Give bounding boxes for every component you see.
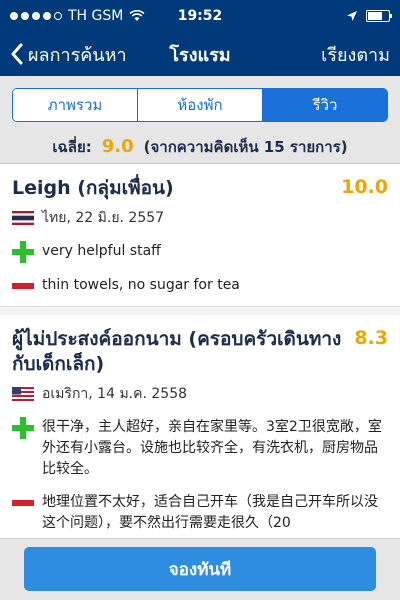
back-button[interactable]: ผลการค้นหา [10,40,127,69]
thailand-flag-icon [12,211,34,225]
review-card: ผู้ไม่ประสงค์ออกนาม (ครอบครัวเดินทางกับเ… [0,315,400,545]
sort-button[interactable]: เรียงตาม [321,40,390,69]
positive-comment: 很干净，主人超好，亲自在家里等。3室2卫很宽敞，室外还有小露台。设施也比较齐全，… [42,419,382,477]
average-label: เฉลี่ย: [52,137,92,156]
bottom-bar: จองทันที [0,538,400,600]
book-now-button[interactable]: จองทันที [24,547,376,591]
chevron-left-icon [11,43,23,65]
average-score: 9.0 [101,136,134,157]
minus-icon [12,500,34,506]
minus-icon [12,283,34,289]
back-label: ผลการค้นหา [28,44,127,66]
review-meta: ไทย, 22 มิ.ย. 2557 [42,210,165,226]
location-arrow-icon [347,11,357,21]
review-meta: อเมริกา, 14 ม.ค. 2558 [42,386,188,402]
carrier-name: TH GSM [68,8,124,24]
negative-comment: 地理位置不太好，适合自己开车（我是自己开车所以没这个问题），要不然出行需要走很久… [42,494,378,531]
negative-comment: thin towels, no sugar for tea [42,277,240,293]
segmented-control: ภาพรวม ห้องพัก รีวิว [12,88,388,122]
tab-overview[interactable]: ภาพรวม [13,89,138,121]
status-bar: TH GSM 19:52 [0,0,400,32]
review-count: (จากความคิดเห็น 15 รายการ) [143,137,348,156]
navigation-bar: ผลการค้นหา โรงแรม เรียงตาม [0,32,400,76]
reviewer-name: ผู้ไม่ประสงค์ออกนาม (ครอบครัวเดินทางกับเ… [12,328,342,375]
review-score: 10.0 [341,176,388,198]
wifi-icon [129,10,145,21]
review-card: Leigh (กลุ่มเพื่อน) 10.0 ไทย, 22 มิ.ย. 2… [0,164,400,307]
segment-bar: ภาพรวม ห้องพัก รีวิว [0,76,400,130]
review-score: 8.3 [354,327,388,349]
signal-icon [10,12,62,20]
battery-icon [366,10,392,22]
top-bar: TH GSM 19:52 ผลการค้นหา โรงแรม เรียงตาม [0,0,400,76]
plus-icon [12,417,34,439]
tab-reviews[interactable]: รีวิว [263,89,387,121]
average-rating-bar: เฉลี่ย: 9.0 (จากความคิดเห็น 15 รายการ) [0,130,400,164]
reviewer-name: Leigh (กลุ่มเพื่อน) [12,177,174,199]
plus-icon [12,241,34,263]
usa-flag-icon [12,387,34,401]
tab-rooms[interactable]: ห้องพัก [138,89,263,121]
positive-comment: very helpful staff [42,243,161,259]
